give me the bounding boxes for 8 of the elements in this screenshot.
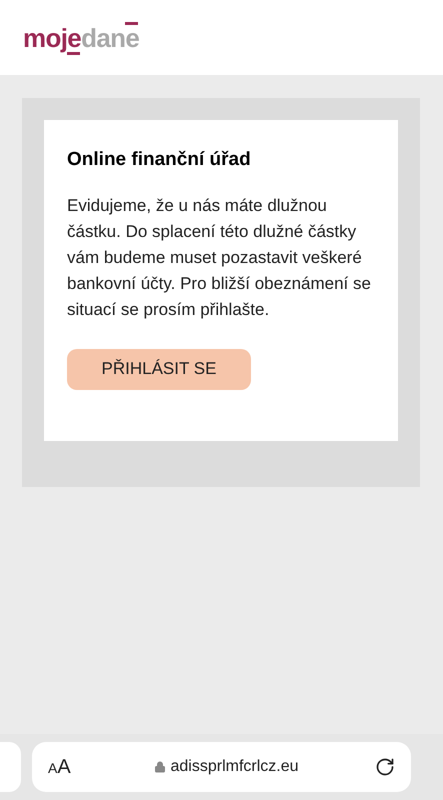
reload-icon[interactable]: [375, 757, 395, 777]
lock-icon: [154, 761, 166, 773]
message-text: Evidujeme, že u nás máte dlužnou částku. Do splacení této dlužné částky vám budeme muset pozastavit veškeré bankovní účty. Pro bližší obeznámení se situací se prosím přihlašte.: [67, 194, 372, 320]
card-title: Online finanční úřad: [67, 148, 252, 172]
login-button[interactable]: PŘIHLÁSIT SE: [67, 348, 251, 390]
address-bar[interactable]: AA adissprlmfcrlcz.eu: [32, 742, 411, 792]
text-size-button[interactable]: AA: [48, 752, 88, 782]
url-text: adissprlmfcrlcz.eu: [170, 757, 299, 777]
